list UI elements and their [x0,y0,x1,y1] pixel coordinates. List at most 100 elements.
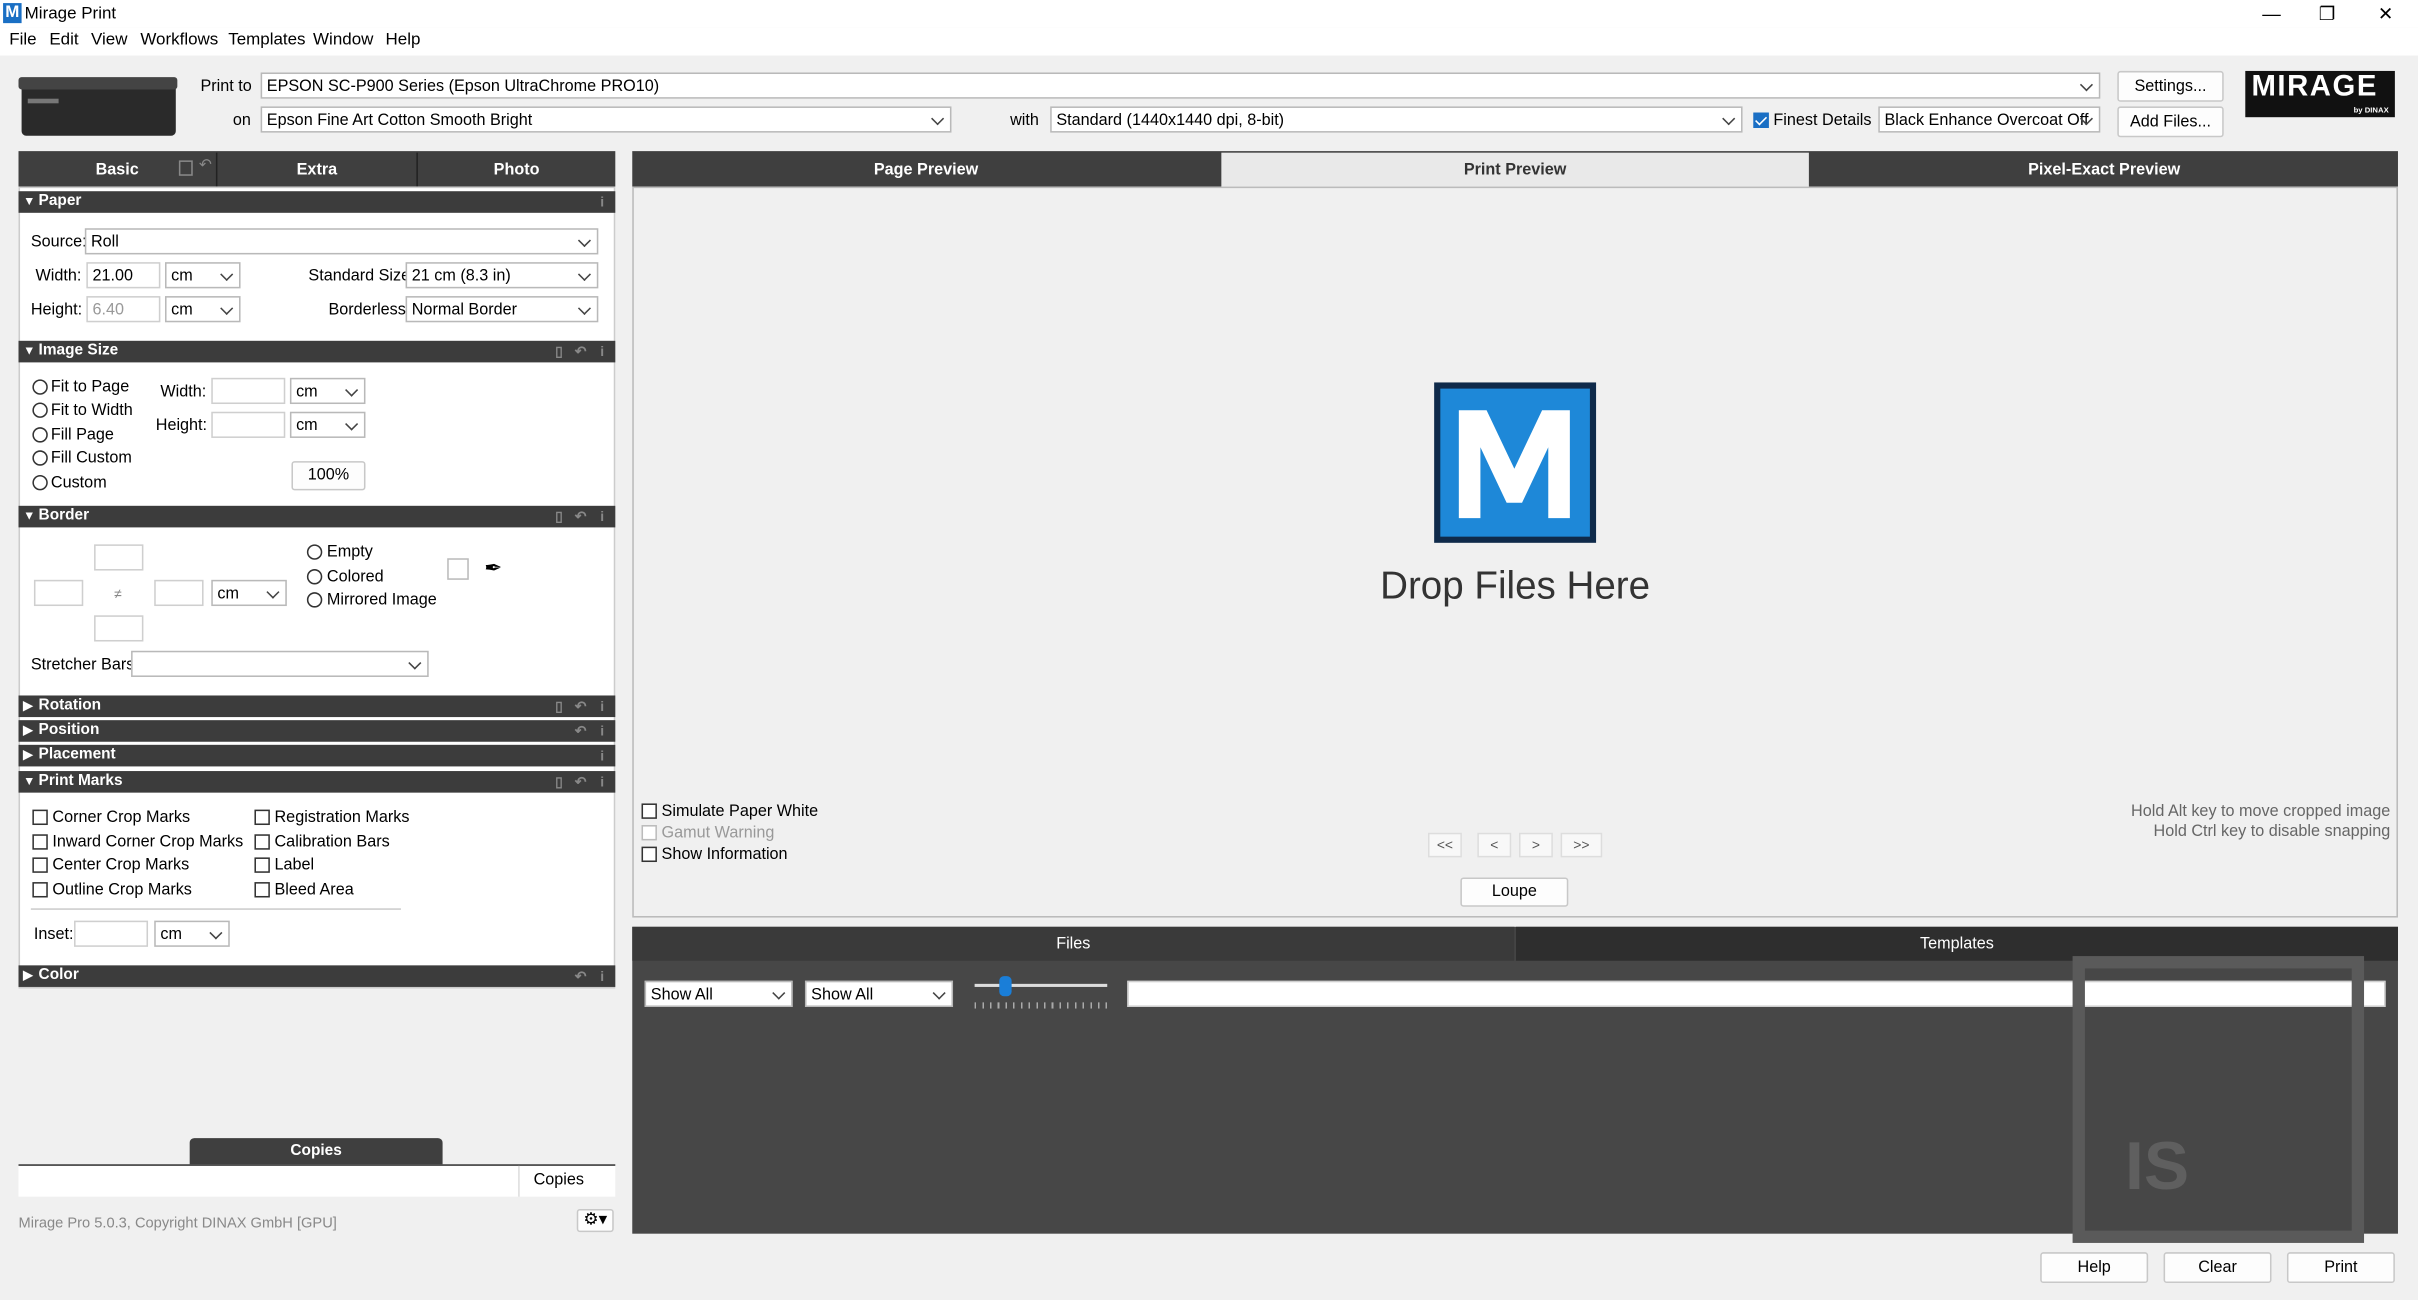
restore-button[interactable]: ❐ [2312,3,2343,25]
inset-input[interactable] [74,920,149,947]
section-color[interactable]: ▶ Color ↶ i [18,965,616,987]
menu-view[interactable]: View [91,31,127,50]
mirage-logo: MIRAGE by DINAX [2245,70,2395,118]
simulate-paper-white-checkbox[interactable] [641,803,657,819]
section-border[interactable]: ▼ Border ▯ ↶ i [18,505,616,528]
thumbnail-size-slider[interactable] [974,983,1108,987]
image-height-input[interactable] [211,411,286,438]
stretcher-bars-select[interactable] [131,650,429,677]
fit-to-page-label: Fit to Page [50,377,130,397]
section-paper[interactable]: ▼ Paper i [18,191,616,213]
tab-extra[interactable]: Extra [217,153,416,187]
fill-page-radio[interactable] [32,427,48,443]
loupe-button[interactable]: Loupe [1460,877,1569,907]
corner-crop-marks-checkbox[interactable] [32,809,48,826]
section-placement[interactable]: ▶ Placement i [18,744,616,767]
tab-page-preview[interactable]: Page Preview [632,153,1220,187]
image-width-unit[interactable]: cm [289,377,366,405]
section-image-size[interactable]: ▼ Image Size ▯ ↶ i [18,340,616,363]
bleed-area-checkbox[interactable] [254,882,270,898]
border-left-input[interactable] [33,579,84,607]
minimize-button[interactable]: — [2256,3,2287,25]
gamut-warning-label: Gamut Warning [661,823,775,842]
last-page-button[interactable]: >> [1560,832,1603,858]
divider [30,908,401,910]
tab-pixel-exact-preview[interactable]: Pixel-Exact Preview [1810,153,2398,187]
eyedropper-icon[interactable]: ✒ [484,555,502,581]
fit-to-page-radio[interactable] [32,379,48,395]
border-colored-radio[interactable] [306,569,323,585]
border-empty-radio[interactable] [306,544,323,560]
add-files-button[interactable]: Add Files... [2117,106,2224,138]
image-height-unit[interactable]: cm [289,411,366,438]
standard-size-select[interactable]: 21 cm (8.3 in) [405,262,599,289]
fill-custom-radio[interactable] [32,450,48,466]
paper-width-input[interactable]: 21.00 [86,262,161,289]
title-bar: M Mirage Print — ❐ ✕ [0,0,2418,28]
section-print-marks[interactable]: ▼ Print Marks ▯ ↶ i [18,771,616,793]
tab-print-preview[interactable]: Print Preview [1221,152,1809,187]
unlink-icon[interactable]: ≠ [114,586,122,601]
menu-templates[interactable]: Templates [228,31,305,50]
black-enhance-select[interactable]: Black Enhance Overcoat Off [1878,106,2101,133]
printer-select[interactable]: EPSON SC-P900 Series (Epson UltraChrome … [260,72,2101,99]
copies-tab[interactable]: Copies [189,1138,443,1166]
paper-height-input[interactable]: 6.40 [86,296,161,323]
menu-file[interactable]: File [9,31,36,50]
center-crop-marks-checkbox[interactable] [32,857,48,873]
menu-window[interactable]: Window [313,31,373,50]
media-select[interactable]: Epson Fine Art Cotton Smooth Bright [260,106,952,133]
settings-button[interactable]: Settings... [2117,70,2224,102]
finest-details-checkbox[interactable] [1753,112,1769,128]
help-button[interactable]: Help [2040,1252,2149,1284]
scale-percent-field[interactable]: 100% [291,461,366,491]
slider-handle[interactable] [999,976,1012,997]
menu-edit[interactable]: Edit [49,31,78,50]
custom-radio[interactable] [32,474,48,491]
borderless-select[interactable]: Normal Border [405,296,599,323]
files-filter-2[interactable]: Show All [804,980,954,1007]
outline-crop-marks-checkbox[interactable] [32,882,48,898]
menu-help[interactable]: Help [386,31,421,50]
clear-button[interactable]: Clear [2163,1252,2272,1284]
label-checkbox[interactable] [254,857,270,873]
first-page-button[interactable]: << [1427,832,1462,858]
registration-marks-checkbox[interactable] [254,809,270,826]
calibration-bars-checkbox[interactable] [254,834,270,850]
clipboard-icon[interactable] [178,160,193,176]
source-select[interactable]: Roll [84,228,599,255]
image-width-input[interactable] [211,377,286,405]
undo-icon: ↶ [574,508,587,525]
inward-corner-crop-marks-checkbox[interactable] [32,834,48,850]
tab-files[interactable]: Files [632,926,1515,961]
prev-page-button[interactable]: < [1477,832,1512,858]
quality-select[interactable]: Standard (1440x1440 dpi, 8-bit) [1050,106,1743,133]
gamut-warning-checkbox[interactable] [641,825,657,841]
show-information-checkbox[interactable] [641,846,657,863]
paper-height-unit[interactable]: cm [165,296,241,323]
border-right-input[interactable] [154,579,204,607]
undo-icon[interactable]: ↶ [199,157,212,174]
info-icon: i [600,508,605,525]
files-filter-1[interactable]: Show All [644,980,793,1007]
border-mirrored-radio[interactable] [306,592,323,608]
inset-label: Inset: [33,925,74,944]
image-width-label: Width: [160,382,207,401]
close-button[interactable]: ✕ [2370,3,2401,25]
border-top-input[interactable] [94,544,144,571]
section-position[interactable]: ▶ Position ↶ i [18,720,616,742]
paper-width-unit[interactable]: cm [165,262,241,289]
fit-to-width-radio[interactable] [32,402,48,418]
border-unit-select[interactable]: cm [211,579,287,607]
next-page-button[interactable]: > [1518,832,1553,858]
border-mirrored-label: Mirrored Image [326,590,437,610]
tab-photo[interactable]: Photo [418,153,615,187]
hint-alt-text: Hold Alt key to move cropped image [2131,801,2391,821]
gear-icon[interactable]: ⚙▾ [576,1209,614,1233]
inset-unit-select[interactable]: cm [154,920,230,947]
border-bottom-input[interactable] [94,615,144,642]
print-button[interactable]: Print [2286,1252,2395,1284]
border-color-swatch[interactable] [447,558,469,580]
section-rotation[interactable]: ▶ Rotation ▯ ↶ i [18,695,616,718]
menu-workflows[interactable]: Workflows [140,31,218,50]
